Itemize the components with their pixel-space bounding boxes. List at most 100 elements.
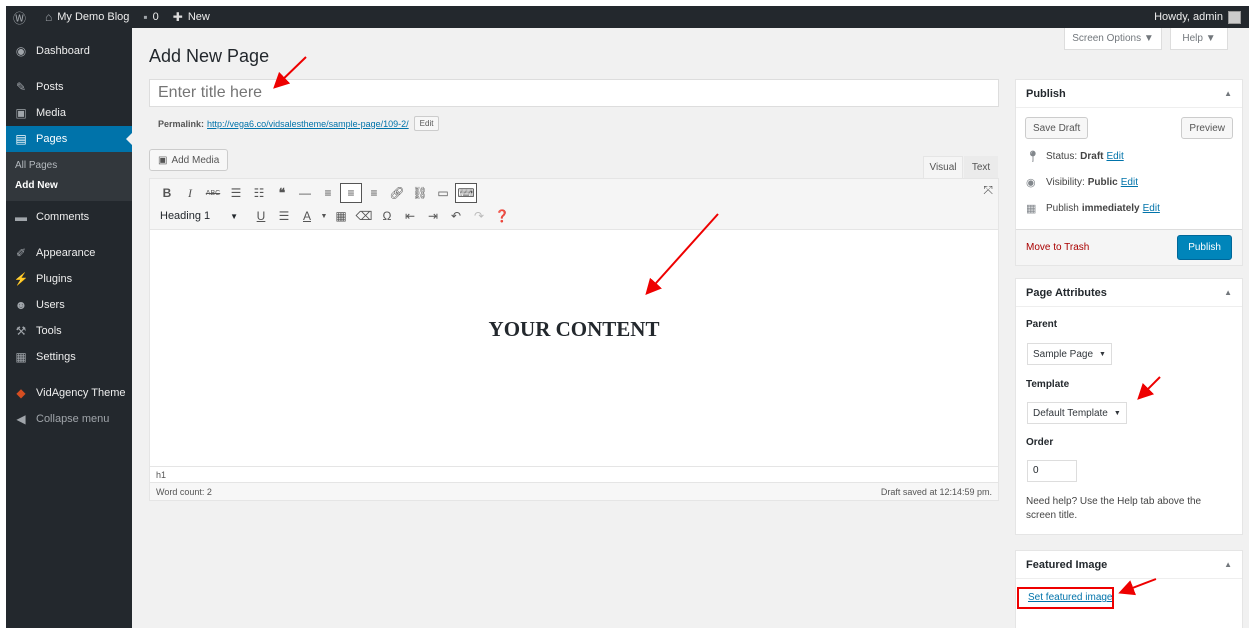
sidebar-item-comments[interactable]: ▬ Comments bbox=[6, 204, 132, 230]
undo-icon[interactable]: ↶ bbox=[445, 206, 467, 226]
editor-content-area[interactable]: YOUR CONTENT bbox=[150, 231, 998, 466]
align-left-button[interactable]: ≡ bbox=[317, 183, 339, 203]
tab-text[interactable]: Text bbox=[964, 156, 998, 178]
tab-visual[interactable]: Visual bbox=[923, 156, 963, 178]
plus-icon: ✚ bbox=[172, 10, 183, 24]
parent-label: Parent bbox=[1026, 319, 1058, 330]
submenu-all-pages[interactable]: All Pages bbox=[6, 156, 132, 176]
sidebar-item-tools[interactable]: ⚒ Tools bbox=[6, 318, 132, 344]
align-right-button[interactable]: ≡ bbox=[363, 183, 385, 203]
publish-button[interactable]: Publish bbox=[1177, 235, 1232, 260]
new-label: New bbox=[187, 11, 210, 23]
align-center-button[interactable]: ≡ bbox=[340, 183, 362, 203]
link-icon[interactable]: 🔗︎ bbox=[386, 183, 408, 203]
bullet-list-button[interactable]: ☰ bbox=[225, 183, 247, 203]
paste-text-icon[interactable]: ▦ bbox=[330, 206, 352, 226]
sidebar-item-appearance[interactable]: ✐ Appearance bbox=[6, 240, 132, 266]
text-color-button[interactable]: A bbox=[296, 206, 318, 226]
media-icon: ▣ bbox=[158, 154, 168, 166]
new-content-link[interactable]: ✚ New bbox=[166, 6, 217, 28]
justify-button[interactable]: ☰ bbox=[273, 206, 295, 226]
publish-label: Publish bbox=[1046, 202, 1079, 214]
pin-icon: ✎ bbox=[15, 80, 27, 94]
sidebar-item-posts[interactable]: ✎ Posts bbox=[6, 74, 132, 100]
template-select-value: Default Template bbox=[1033, 407, 1108, 419]
preview-button[interactable]: Preview bbox=[1181, 117, 1233, 139]
comments-link[interactable]: ▪ 0 bbox=[136, 6, 165, 28]
sidebar-item-vidagency-theme[interactable]: ◆ VidAgency Theme bbox=[6, 380, 132, 406]
clear-formatting-icon[interactable]: ⌫ bbox=[353, 206, 375, 226]
visibility-label: Visibility: bbox=[1046, 176, 1085, 188]
help-icon[interactable]: ❓ bbox=[491, 206, 513, 226]
order-input[interactable]: 0 bbox=[1027, 460, 1077, 482]
bold-button[interactable]: B bbox=[156, 183, 178, 203]
toolbar-toggle-button[interactable]: ⌨ bbox=[455, 183, 477, 203]
site-name-link[interactable]: ⌂ My Demo Blog bbox=[38, 6, 136, 28]
sidebar-item-media[interactable]: ▣ Media bbox=[6, 100, 132, 126]
my-account-link[interactable]: Howdy, admin bbox=[1154, 10, 1249, 24]
collapse-arrow-icon[interactable]: ▲ bbox=[1224, 89, 1232, 98]
blockquote-button[interactable]: ❝ bbox=[271, 183, 293, 203]
add-media-button[interactable]: ▣ Add Media bbox=[149, 149, 229, 171]
edit-schedule-link[interactable]: Edit bbox=[1143, 203, 1160, 214]
sidebar-item-plugins[interactable]: ⚡ Plugins bbox=[6, 266, 132, 292]
edit-visibility-link[interactable]: Edit bbox=[1121, 177, 1138, 188]
content-heading: YOUR CONTENT bbox=[488, 317, 660, 341]
sidebar-item-settings[interactable]: ▦ Settings bbox=[6, 344, 132, 370]
site-name: My Demo Blog bbox=[57, 11, 130, 23]
collapse-arrow-icon[interactable]: ▲ bbox=[1224, 288, 1232, 297]
publish-box-header[interactable]: Publish ▲ bbox=[1016, 80, 1242, 108]
chevron-down-icon[interactable]: ▼ bbox=[319, 206, 329, 226]
strikethrough-button[interactable]: ABC bbox=[202, 183, 224, 203]
outdent-icon[interactable]: ⇤ bbox=[399, 206, 421, 226]
sidebar-item-users[interactable]: ☻ Users bbox=[6, 292, 132, 318]
redo-icon[interactable]: ↷ bbox=[468, 206, 490, 226]
save-draft-button[interactable]: Save Draft bbox=[1025, 117, 1089, 139]
collapse-menu-button[interactable]: ◀ Collapse menu bbox=[6, 406, 132, 432]
sidebar-item-dashboard[interactable]: ◉ Dashboard bbox=[6, 38, 132, 64]
add-media-label: Add Media bbox=[171, 154, 220, 166]
attributes-help-text: Need help? Use the Help tab above the sc… bbox=[1026, 496, 1202, 521]
publish-actions: Move to Trash Publish bbox=[1016, 229, 1242, 265]
status-label: Status: bbox=[1046, 150, 1078, 162]
parent-select[interactable]: Sample Page ▼ bbox=[1027, 343, 1112, 365]
schedule-row: ▦ Publish immediately Edit bbox=[1016, 195, 1242, 221]
sidebar-item-label: Collapse menu bbox=[36, 413, 110, 425]
sidebar-item-pages[interactable]: ▤ Pages bbox=[6, 126, 132, 152]
pages-submenu: All Pages Add New bbox=[6, 152, 132, 201]
post-title-input[interactable] bbox=[149, 79, 999, 107]
format-select[interactable]: Heading 1 ▼ bbox=[156, 206, 242, 226]
template-select[interactable]: Default Template ▼ bbox=[1027, 402, 1127, 424]
horizontal-line-button[interactable]: — bbox=[294, 183, 316, 203]
fullscreen-icon[interactable]: ⤧ bbox=[983, 183, 993, 198]
permalink-edit-button[interactable]: Edit bbox=[413, 116, 440, 131]
format-select-value: Heading 1 bbox=[160, 210, 211, 222]
help-button[interactable]: Help ▼ bbox=[1170, 28, 1228, 50]
featured-image-header[interactable]: Featured Image ▲ bbox=[1016, 551, 1242, 579]
publish-box-title: Publish bbox=[1026, 87, 1066, 100]
unlink-icon[interactable]: ⛓ bbox=[409, 183, 431, 203]
comments-count: 0 bbox=[152, 11, 159, 23]
sidebar-item-label: Appearance bbox=[36, 247, 96, 259]
move-to-trash-link[interactable]: Move to Trash bbox=[1026, 242, 1089, 253]
wp-logo-button[interactable]: Ⓦ bbox=[6, 6, 38, 28]
admin-sidebar: ◉ Dashboard ✎ Posts ▣ Media ▤ Pages All Page… bbox=[6, 28, 132, 628]
dashboard-icon: ◉ bbox=[15, 44, 27, 58]
submenu-add-new[interactable]: Add New bbox=[6, 176, 132, 196]
permalink-url[interactable]: http://vega6.co/vidsalestheme/sample-pag… bbox=[207, 119, 409, 129]
special-character-icon[interactable]: Ω bbox=[376, 206, 398, 226]
indent-icon[interactable]: ⇥ bbox=[422, 206, 444, 226]
sidebar-item-label: Plugins bbox=[36, 273, 73, 285]
edit-status-link[interactable]: Edit bbox=[1106, 151, 1123, 162]
settings-icon: ▦ bbox=[15, 350, 27, 364]
collapse-arrow-icon[interactable]: ▲ bbox=[1224, 560, 1232, 569]
read-more-button[interactable]: ▭ bbox=[432, 183, 454, 203]
pin-icon: 📍︎ bbox=[1026, 150, 1040, 163]
draft-saved-status: Draft saved at 12:14:59 pm. bbox=[880, 486, 992, 497]
numbered-list-button[interactable]: ☷ bbox=[248, 183, 270, 203]
underline-button[interactable]: U bbox=[250, 206, 272, 226]
screen-options-button[interactable]: Screen Options ▼ bbox=[1064, 28, 1162, 50]
page-attributes-header[interactable]: Page Attributes ▲ bbox=[1016, 279, 1242, 307]
italic-button[interactable]: I bbox=[179, 183, 201, 203]
page-attributes-title: Page Attributes bbox=[1026, 286, 1107, 299]
